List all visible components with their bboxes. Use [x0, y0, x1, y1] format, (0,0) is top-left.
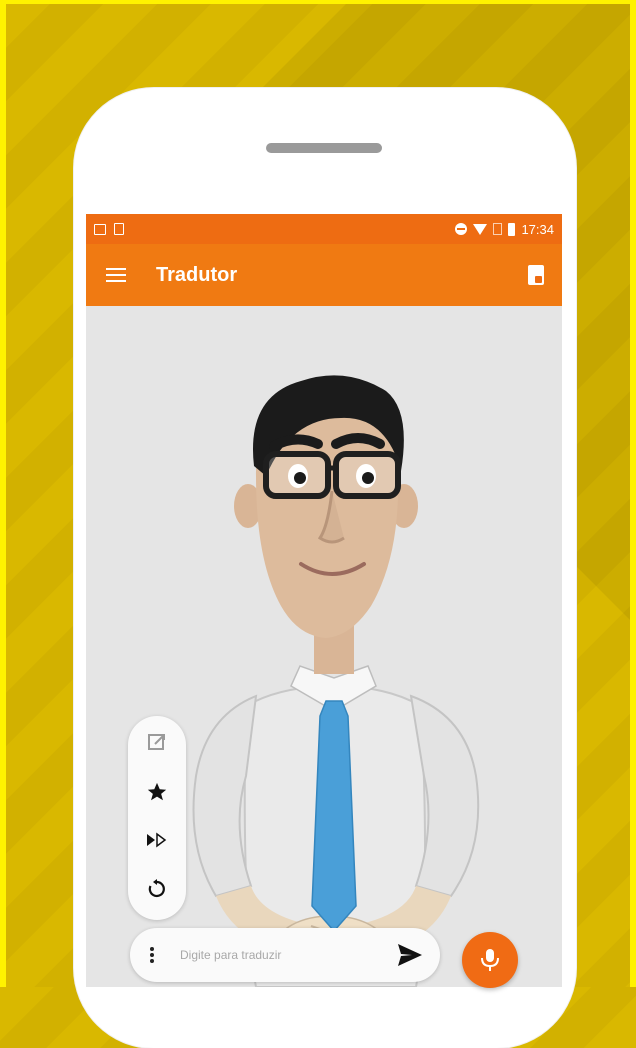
more-vert-icon[interactable] — [150, 947, 154, 963]
send-icon[interactable] — [396, 942, 424, 968]
open-external-icon[interactable] — [128, 722, 186, 762]
page-title: Tradutor — [156, 263, 238, 286]
translate-input-placeholder[interactable]: Digite para traduzir — [180, 948, 281, 962]
hamburger-menu-icon[interactable] — [106, 268, 126, 282]
dictionary-icon[interactable] — [528, 265, 544, 285]
app-bar: Tradutor — [86, 244, 562, 306]
mic-button[interactable] — [462, 932, 518, 988]
status-time: 17:34 — [521, 221, 554, 237]
do-not-disturb-icon — [455, 223, 468, 235]
image-icon — [94, 223, 106, 235]
sim-icon — [493, 223, 503, 235]
battery-icon — [508, 222, 516, 236]
star-icon[interactable] — [128, 772, 186, 812]
phone-speaker — [266, 143, 382, 153]
status-bar: 17:34 — [86, 214, 562, 244]
sim-card-icon — [114, 223, 124, 235]
translate-input-bar[interactable]: Digite para traduzir — [130, 928, 440, 982]
wifi-icon — [473, 223, 488, 235]
mic-icon — [481, 949, 499, 971]
speed-icon[interactable] — [128, 820, 186, 860]
side-tools-panel — [128, 716, 186, 920]
replay-icon[interactable] — [128, 868, 186, 908]
